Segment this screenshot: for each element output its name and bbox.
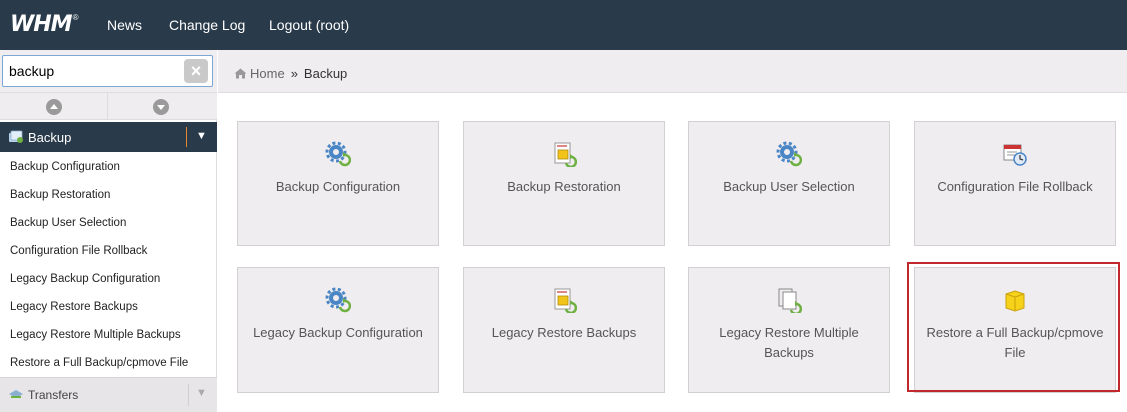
tile-backup-restoration[interactable]: Backup Restoration [463,121,665,246]
tile-label: Configuration File Rollback [937,179,1093,194]
category-divider [188,384,189,406]
breadcrumb: Home » Backup [234,66,347,81]
gear-icon [325,287,351,313]
logo-wordmark: WHM [10,12,73,37]
restore-icon [554,288,577,313]
tile-label: Legacy Restore Multiple Backups [719,325,859,360]
scroll-up-button[interactable] [0,93,108,120]
tile-label: Backup Configuration [275,179,401,194]
breadcrumb-separator: » [290,66,298,81]
arrow-up-icon [46,99,62,115]
category-transfers-label: Transfers [28,388,79,402]
whm-logo[interactable]: WHM® [10,13,78,37]
tile-label: Backup Restoration [507,179,621,194]
search-area: × [0,50,217,92]
nav-change-log-link[interactable]: Change Log [169,17,245,33]
tile-label: Legacy Backup Configuration [253,325,423,340]
tile-legacy-backup-configuration[interactable]: Legacy Backup Configuration [237,267,439,393]
clear-search-icon[interactable]: × [184,59,208,83]
restore-icon [554,142,577,167]
nav-news-link[interactable]: News [107,17,142,33]
chevron-down-icon[interactable]: ▼ [196,130,207,142]
sidebar-scroll-controls [0,92,217,120]
rollback-icon [1003,144,1027,166]
sidebar-item-backup-restoration[interactable]: Backup Restoration [0,181,217,209]
tile-legacy-restore-backups[interactable]: Legacy Restore Backups [463,267,665,393]
documents-icon [778,288,802,313]
breadcrumb-home-link[interactable]: Home [250,66,285,81]
tile-legacy-restore-multiple-backups[interactable]: Legacy Restore Multiple Backups [688,267,890,393]
tile-label: Backup User Selection [723,179,855,194]
tile-label: Restore a Full Backup/cpmove File [926,325,1104,360]
backup-category-icon [9,130,23,143]
gear-icon [776,141,802,167]
sidebar-item-backup-user-selection[interactable]: Backup User Selection [0,209,217,237]
logo-registered-mark: ® [72,13,79,22]
sidebar-item-legacy-restore-backups[interactable]: Legacy Restore Backups [0,293,217,321]
sidebar-item-configuration-file-rollback[interactable]: Configuration File Rollback [0,237,217,265]
tile-restore-full-backup[interactable]: Restore a Full Backup/cpmove File [914,267,1116,393]
tile-backup-user-selection[interactable]: Backup User Selection [688,121,890,246]
home-icon [234,68,247,79]
sidebar: × Backup ▼ Backup Configuration Backup R… [0,50,217,412]
category-transfers-header[interactable]: Transfers ▼ [0,377,217,412]
category-backup-header[interactable]: Backup ▼ [0,122,217,152]
tile-configuration-file-rollback[interactable]: Configuration File Rollback [914,121,1116,246]
top-bar: WHM® News Change Log Logout (root) [0,0,1127,50]
category-divider [186,127,187,147]
box-icon [1005,290,1025,312]
breadcrumb-current: Backup [303,66,348,81]
chevron-down-icon[interactable]: ▼ [196,387,207,399]
sidebar-item-legacy-restore-multiple-backups[interactable]: Legacy Restore Multiple Backups [0,321,217,349]
sidebar-item-restore-full-backup[interactable]: Restore a Full Backup/cpmove File [0,349,217,377]
scroll-down-button[interactable] [108,93,216,120]
category-backup-label: Backup [28,130,72,145]
tile-label: Legacy Restore Backups [491,325,637,340]
nav-logout-link[interactable]: Logout (root) [269,17,349,33]
search-input[interactable] [2,55,213,87]
sidebar-item-legacy-backup-configuration[interactable]: Legacy Backup Configuration [0,265,217,293]
arrow-down-icon [153,99,169,115]
gear-icon [325,141,351,167]
breadcrumb-bar: Home » Backup [218,50,1127,93]
transfers-category-icon [9,390,23,398]
sidebar-item-backup-configuration[interactable]: Backup Configuration [0,153,217,181]
tile-backup-configuration[interactable]: Backup Configuration [237,121,439,246]
